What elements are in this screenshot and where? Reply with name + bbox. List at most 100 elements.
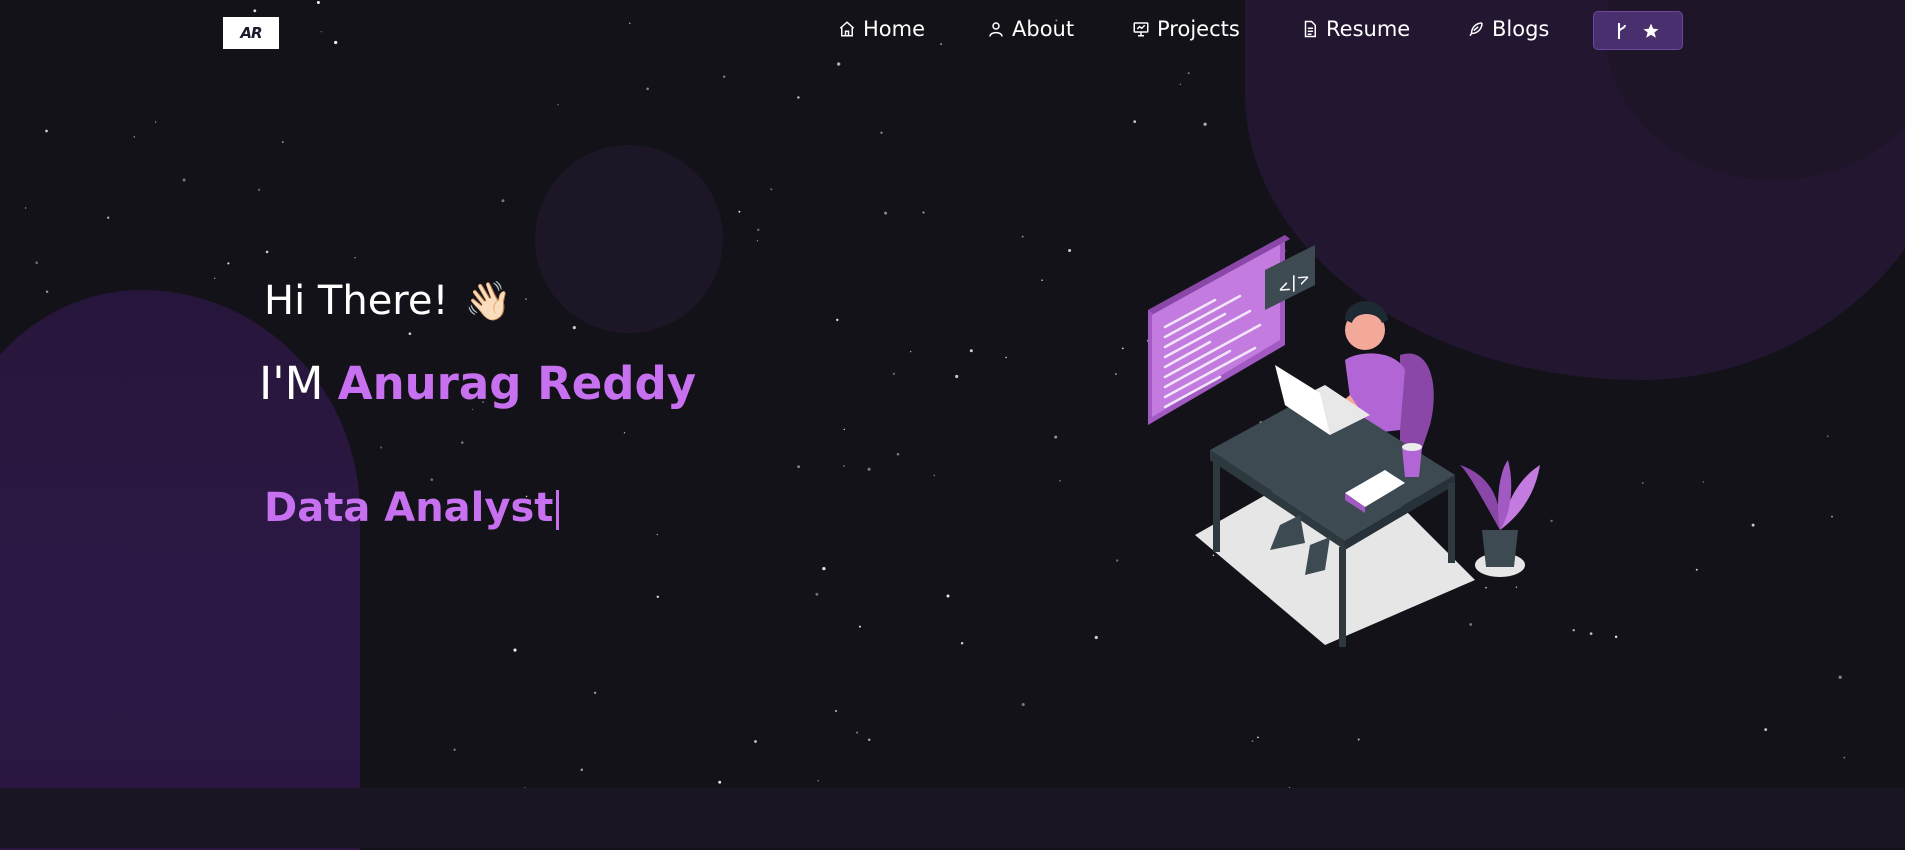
star xyxy=(718,780,722,784)
star xyxy=(867,738,871,741)
star xyxy=(922,211,925,214)
star xyxy=(1257,736,1259,739)
star xyxy=(738,210,741,213)
star xyxy=(1251,740,1254,742)
star xyxy=(880,131,883,134)
star xyxy=(843,428,845,431)
star xyxy=(1054,435,1058,439)
star xyxy=(354,257,356,259)
star xyxy=(856,731,859,734)
feather-icon xyxy=(1469,22,1483,37)
star xyxy=(1764,728,1768,732)
name-highlight: Anurag Reddy xyxy=(337,357,697,410)
star xyxy=(1843,756,1846,759)
star xyxy=(837,62,841,66)
star xyxy=(1116,559,1119,562)
star xyxy=(960,642,964,645)
star xyxy=(1179,83,1182,86)
star xyxy=(227,262,230,265)
star xyxy=(896,452,900,456)
nav-about[interactable]: About xyxy=(987,14,1074,44)
star xyxy=(834,709,838,713)
star xyxy=(580,768,584,771)
star xyxy=(1115,373,1117,375)
star xyxy=(797,465,800,469)
nav-blogs-label: Blogs xyxy=(1492,17,1550,41)
star xyxy=(858,625,861,628)
star xyxy=(623,432,626,434)
star xyxy=(1838,675,1842,679)
star xyxy=(1121,347,1124,350)
greeting-text: Hi There! xyxy=(264,278,449,324)
star xyxy=(1203,122,1207,126)
star xyxy=(1695,568,1698,571)
hero-role-typewriter: Data Analyst xyxy=(264,485,560,531)
star xyxy=(593,691,597,694)
star xyxy=(408,332,412,336)
star xyxy=(35,261,38,264)
star xyxy=(1641,482,1644,484)
star xyxy=(380,446,383,449)
star-icon xyxy=(1643,23,1659,38)
presentation-icon xyxy=(1133,22,1149,37)
star xyxy=(933,474,935,477)
github-fork-star-button[interactable] xyxy=(1593,11,1683,50)
nav-projects[interactable]: Projects xyxy=(1132,14,1240,44)
star xyxy=(430,478,434,481)
star xyxy=(756,240,759,242)
star xyxy=(453,748,456,751)
star xyxy=(1187,72,1190,75)
nav-blogs[interactable]: Blogs xyxy=(1467,14,1549,44)
bottom-strip xyxy=(0,788,1905,848)
star xyxy=(258,188,261,191)
star xyxy=(969,349,973,353)
star xyxy=(1059,480,1061,482)
document-icon xyxy=(1304,20,1316,38)
star xyxy=(754,740,757,743)
star xyxy=(24,207,27,209)
star xyxy=(843,465,845,467)
star xyxy=(557,104,559,106)
star xyxy=(154,121,157,123)
star xyxy=(525,298,527,301)
star xyxy=(1021,235,1024,238)
nav-projects-label: Projects xyxy=(1157,17,1240,41)
star xyxy=(884,211,888,215)
logo[interactable]: AR xyxy=(223,17,279,49)
star xyxy=(45,129,48,133)
star xyxy=(213,277,216,280)
nav-home[interactable]: Home xyxy=(838,14,925,44)
star xyxy=(656,595,660,599)
star xyxy=(1068,249,1072,252)
star xyxy=(1614,635,1618,639)
star xyxy=(1589,632,1593,635)
star xyxy=(265,250,269,254)
star xyxy=(182,178,186,182)
hero-name: I'M Anurag Reddy xyxy=(259,357,696,410)
star xyxy=(1572,629,1575,632)
hero-greeting: Hi There! 👋🏻 xyxy=(264,278,512,324)
star xyxy=(1831,515,1833,518)
star xyxy=(1550,519,1553,523)
star xyxy=(107,216,110,219)
star xyxy=(513,648,517,652)
star xyxy=(723,75,726,78)
navbar: AR Home About Projects Resume Blogs xyxy=(0,0,1905,58)
background-circle xyxy=(535,145,723,333)
star xyxy=(797,96,800,99)
home-icon xyxy=(839,21,855,37)
nav-resume[interactable]: Resume xyxy=(1301,14,1410,44)
nav-home-label: Home xyxy=(863,17,926,41)
typing-caret xyxy=(556,490,560,530)
star xyxy=(1094,635,1098,640)
star xyxy=(133,136,135,138)
star xyxy=(836,318,839,322)
star xyxy=(656,533,658,536)
star xyxy=(867,467,871,471)
star xyxy=(910,350,912,353)
developer-desk-illustration: </> xyxy=(1148,235,1540,647)
star xyxy=(1702,481,1704,483)
star xyxy=(1021,702,1025,707)
wave-hand-icon: 👋🏻 xyxy=(464,278,512,323)
star xyxy=(1357,738,1360,741)
